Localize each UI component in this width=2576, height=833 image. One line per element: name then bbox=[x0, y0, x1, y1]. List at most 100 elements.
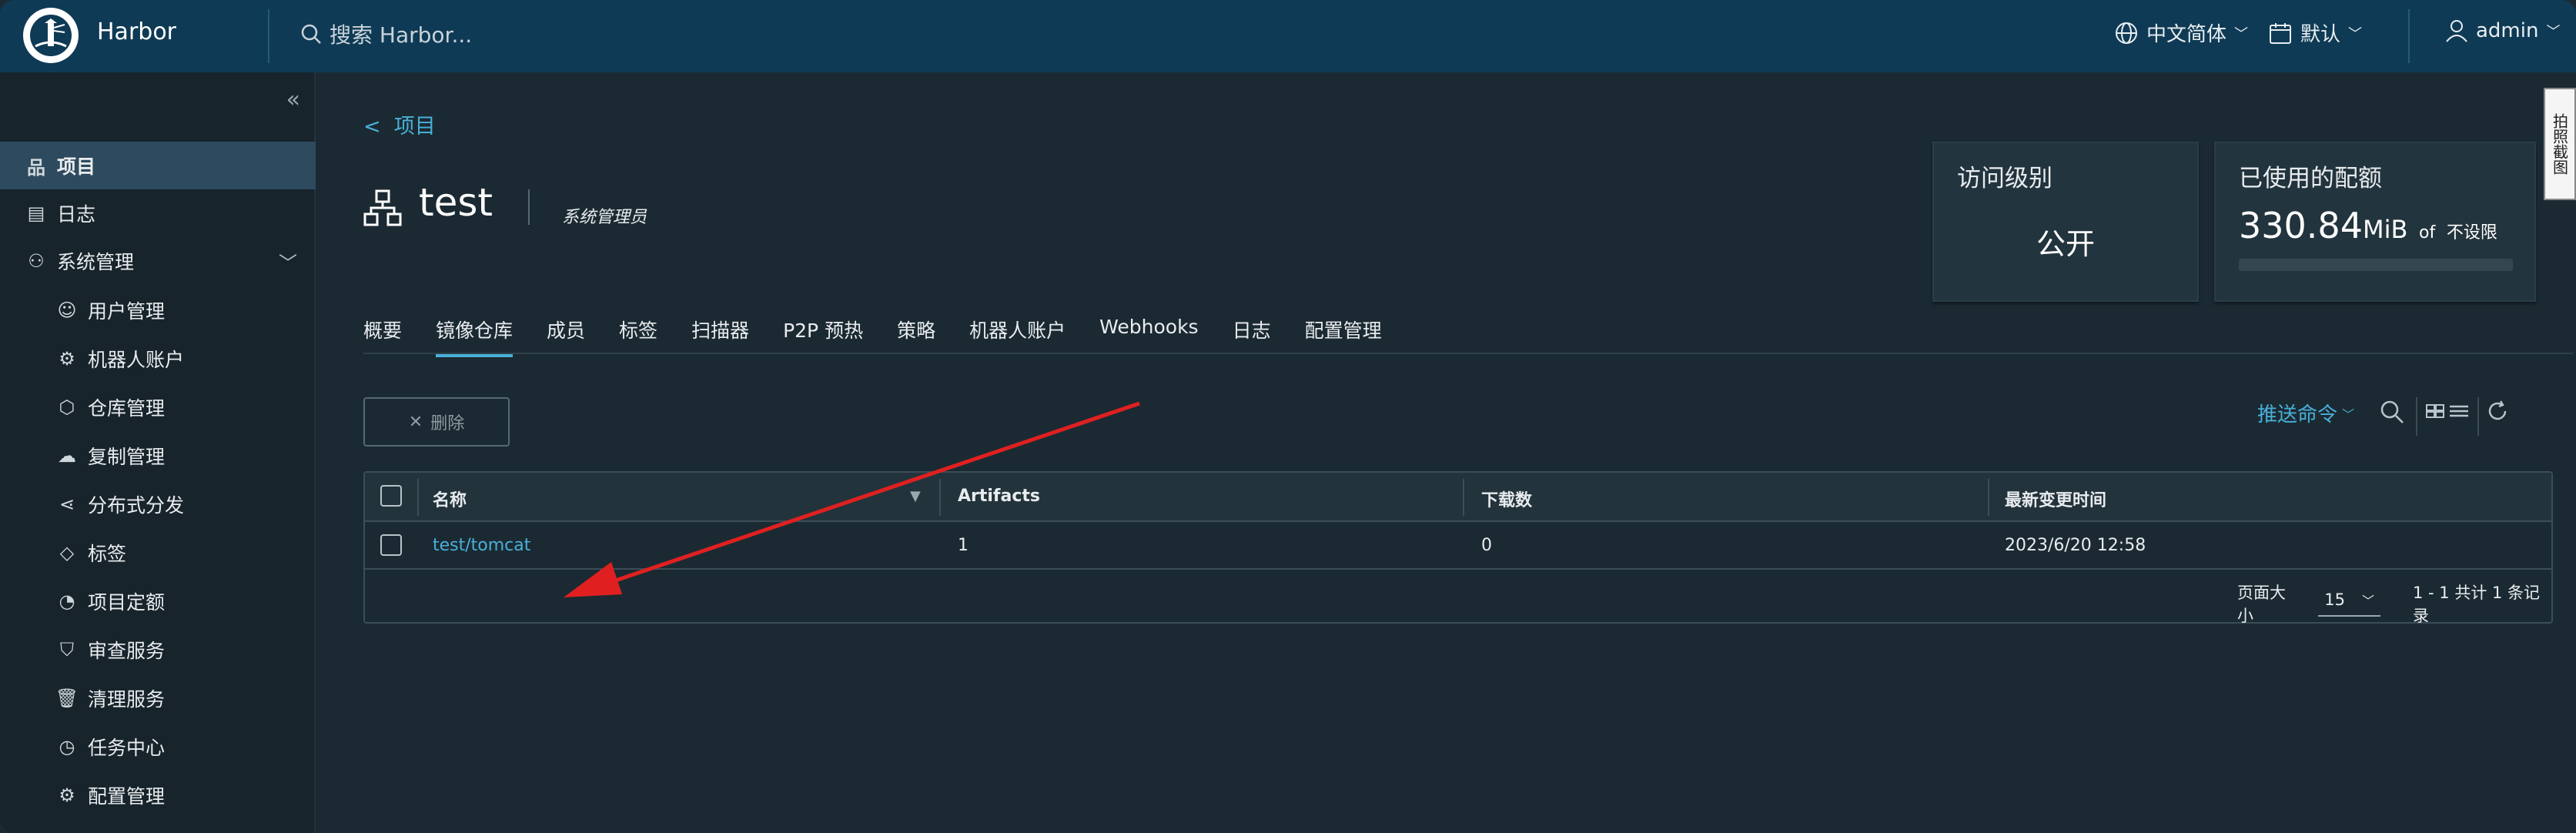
sidebar-item-admin[interactable]: ⚇ 系统管理 ﹀ bbox=[0, 237, 316, 285]
title-divider bbox=[528, 189, 530, 225]
column-header-name[interactable]: 名称 bbox=[433, 487, 467, 511]
chevron-down-icon: ﹀ bbox=[2234, 25, 2249, 42]
sidebar-item-distribution[interactable]: ⋖ 分布式分发 bbox=[0, 480, 316, 528]
tab-configuration[interactable]: 配置管理 bbox=[1305, 316, 1382, 357]
sidebar-item-clean-up[interactable]: 🗑 清理服务 bbox=[0, 674, 316, 722]
tab-members[interactable]: 成员 bbox=[547, 316, 585, 357]
page-size-select[interactable]: 15 ﹀ bbox=[2318, 590, 2381, 617]
sidebar-item-label: 任务中心 bbox=[88, 737, 166, 759]
sidebar-item-label: 分布式分发 bbox=[88, 494, 185, 517]
quota-progress-bar bbox=[2239, 259, 2513, 271]
dashboard-icon: ◷ bbox=[59, 736, 75, 758]
pagination-summary: 1 - 1 共计 1 条记录 bbox=[2413, 584, 2541, 625]
sidebar-item-label: 机器人账户 bbox=[88, 349, 185, 371]
column-divider bbox=[417, 479, 419, 516]
chevron-down-icon: ﹀ bbox=[2348, 25, 2363, 42]
calendar-icon bbox=[2270, 22, 2291, 44]
tab-policy[interactable]: 策略 bbox=[897, 316, 935, 357]
breadcrumb-projects-link[interactable]: 项目 bbox=[394, 115, 436, 139]
search-icon[interactable] bbox=[2379, 399, 2405, 431]
page-size-label: 页面大小 bbox=[2237, 584, 2286, 625]
sidebar-item-registries[interactable]: ⬡ 仓库管理 bbox=[0, 383, 316, 431]
sidebar-item-job-service[interactable]: ◷ 任务中心 bbox=[0, 723, 316, 771]
push-command-dropdown[interactable]: 推送命令 ﹀ bbox=[2257, 399, 2354, 427]
card-view-icon[interactable] bbox=[2425, 399, 2447, 428]
tab-robot-accounts[interactable]: 机器人账户 bbox=[969, 316, 1066, 357]
sidebar-item-robot-accounts[interactable]: ⚙ 机器人账户 bbox=[0, 335, 316, 383]
sidebar-item-configuration[interactable]: ⚙ 配置管理 bbox=[0, 771, 316, 819]
sidebar-item-replications[interactable]: ☁ 复制管理 bbox=[0, 432, 316, 480]
sidebar: « 品 项目 ▤ 日志 ⚇ 系统管理 ﹀ ☺ 用户管理 ⚙ 机器人账户 ⬡ 仓库… bbox=[0, 72, 316, 833]
select-all-checkbox[interactable] bbox=[380, 485, 402, 507]
main-content: < 项目 test 系统管理员 访问级别 公开 已使用的配额 330.84MiB… bbox=[316, 72, 2576, 833]
delete-button-label: 删除 bbox=[430, 414, 465, 433]
quota-card: 已使用的配额 330.84MiB of 不设限 bbox=[2214, 142, 2536, 302]
sidebar-item-label: 项目定额 bbox=[88, 591, 166, 614]
trash-icon: 🗑 bbox=[55, 687, 79, 709]
quota-unit: MiB bbox=[2362, 215, 2408, 244]
gear-icon: ⚙ bbox=[59, 784, 75, 806]
quota-icon: ◔ bbox=[59, 590, 75, 612]
app-window: Harbor 搜索 Harbor... 中文简体 ﹀ 默认 ﹀ admin ﹀ … bbox=[0, 0, 2576, 833]
card-label: 访问级别 bbox=[1957, 165, 2052, 192]
header-divider bbox=[2408, 9, 2410, 63]
quota-limit: 不设限 bbox=[2446, 223, 2497, 243]
search-input[interactable]: 搜索 Harbor... bbox=[330, 18, 472, 49]
replication-icon: ☁ bbox=[58, 445, 76, 467]
sidebar-item-labels[interactable]: ◇ 标签 bbox=[0, 529, 316, 577]
sidebar-item-quotas[interactable]: ◔ 项目定额 bbox=[0, 577, 316, 625]
project-icon: 品 bbox=[27, 156, 45, 179]
push-command-label: 推送命令 bbox=[2257, 403, 2338, 427]
column-header-downloads[interactable]: 下载数 bbox=[1481, 487, 1532, 511]
username: admin bbox=[2476, 19, 2539, 42]
quota-value: 330.84MiB of 不设限 bbox=[2239, 205, 2497, 246]
tab-repositories[interactable]: 镜像仓库 bbox=[436, 316, 514, 357]
access-level-card: 访问级别 公开 bbox=[1932, 142, 2199, 302]
sidebar-item-users[interactable]: ☺ 用户管理 bbox=[0, 286, 316, 334]
tab-logs[interactable]: 日志 bbox=[1233, 316, 1271, 357]
breadcrumb[interactable]: < 项目 bbox=[363, 109, 436, 139]
column-divider bbox=[1988, 479, 1989, 516]
tab-scanner[interactable]: 扫描器 bbox=[691, 316, 749, 357]
update-time: 2023/6/20 12:58 bbox=[2005, 536, 2146, 555]
sidebar-item-projects[interactable]: 品 项目 bbox=[0, 142, 316, 189]
harbor-logo-icon[interactable] bbox=[23, 8, 79, 63]
pagination: 页面大小 15 ﹀ 1 - 1 共计 1 条记录 bbox=[2237, 580, 2551, 627]
delete-button[interactable]: ✕ 删除 bbox=[363, 397, 510, 447]
repository-link[interactable]: test/tomcat bbox=[433, 536, 530, 555]
search-icon bbox=[301, 24, 321, 44]
screenshot-side-tab[interactable]: 拍照截图 bbox=[2544, 88, 2576, 200]
app-title[interactable]: Harbor bbox=[97, 18, 176, 45]
project-tabs: 概要 镜像仓库 成员 标签 扫描器 P2P 预热 策略 机器人账户 Webhoo… bbox=[363, 316, 1416, 357]
datetime-format-selector[interactable]: 默认 ﹀ bbox=[2268, 18, 2362, 47]
project-icon bbox=[363, 189, 402, 226]
admin-icon: ⚇ bbox=[28, 250, 45, 272]
global-search[interactable]: 搜索 Harbor... bbox=[300, 18, 472, 49]
user-menu[interactable]: admin ﹀ bbox=[2445, 18, 2560, 43]
distribution-icon: ⋖ bbox=[59, 493, 75, 515]
sidebar-item-label: 复制管理 bbox=[88, 446, 166, 468]
annotation-arrow bbox=[564, 401, 1140, 597]
page-title: test bbox=[419, 180, 493, 225]
toolbar-divider bbox=[2416, 397, 2417, 436]
row-checkbox[interactable] bbox=[380, 534, 402, 556]
quota-of: of bbox=[2419, 223, 2436, 243]
top-header: Harbor 搜索 Harbor... 中文简体 ﹀ 默认 ﹀ admin ﹀ bbox=[0, 0, 2576, 72]
refresh-icon[interactable] bbox=[2485, 399, 2510, 430]
chevron-down-icon: ﹀ bbox=[2546, 24, 2561, 40]
tab-labels[interactable]: 标签 bbox=[619, 316, 657, 357]
language-selector[interactable]: 中文简体 ﹀ bbox=[2114, 18, 2248, 47]
globe-icon bbox=[2116, 22, 2137, 44]
language-label: 中文简体 bbox=[2146, 23, 2227, 46]
collapse-sidebar-icon[interactable]: « bbox=[286, 86, 300, 113]
tab-summary[interactable]: 概要 bbox=[363, 316, 402, 357]
sidebar-item-interrogation[interactable]: ⛉ 审查服务 bbox=[0, 626, 316, 674]
sidebar-item-label: 仓库管理 bbox=[88, 397, 166, 420]
sidebar-item-logs[interactable]: ▤ 日志 bbox=[0, 189, 316, 237]
shield-icon: ⛉ bbox=[60, 639, 74, 661]
tab-p2p-preheat[interactable]: P2P 预热 bbox=[783, 316, 863, 357]
logs-icon: ▤ bbox=[27, 202, 45, 224]
column-header-updated[interactable]: 最新变更时间 bbox=[2005, 487, 2106, 511]
list-view-icon[interactable] bbox=[2448, 399, 2470, 428]
tab-webhooks[interactable]: Webhooks bbox=[1099, 316, 1198, 357]
